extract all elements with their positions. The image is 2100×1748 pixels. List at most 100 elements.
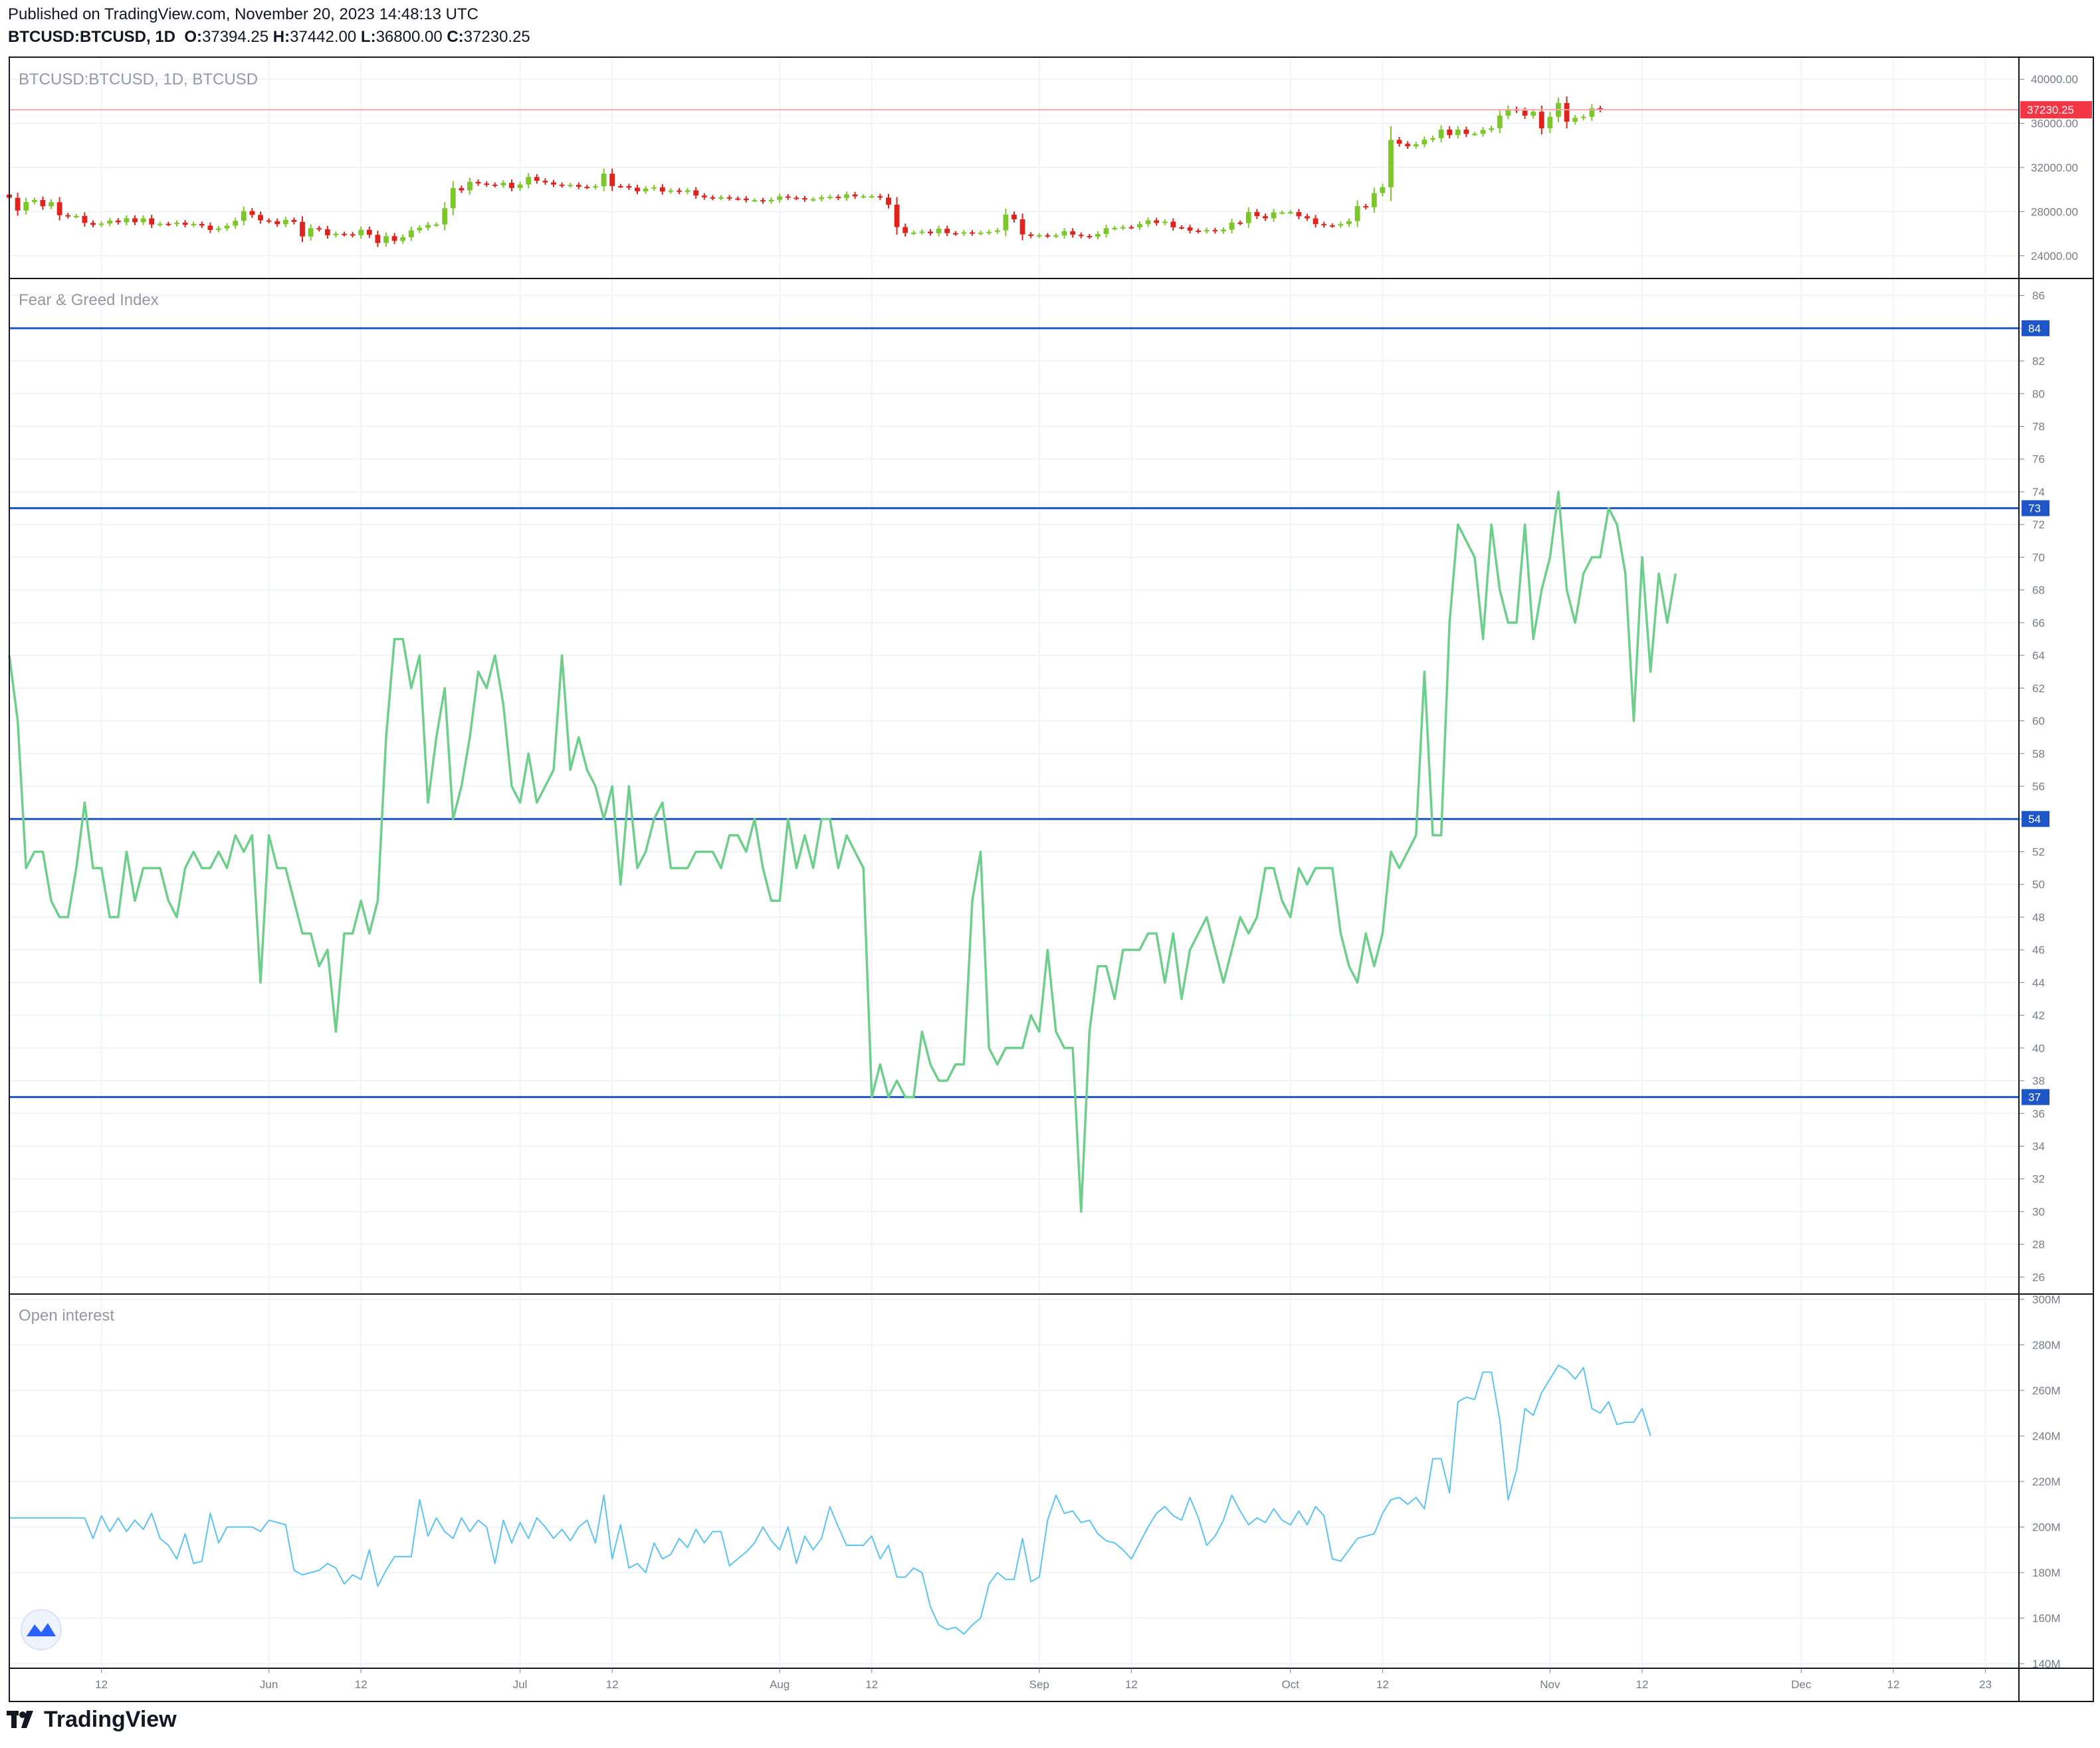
candle-body — [1497, 115, 1503, 128]
candle-body — [1070, 231, 1076, 235]
time-axis-label: 12 — [95, 1678, 108, 1691]
chart-canvas[interactable]: 24000.00 28000.00 32000.00 36000.00 40000.00… — [0, 0, 2100, 1748]
candle-body — [835, 196, 841, 198]
fg-axis-label: 60 — [2032, 715, 2045, 728]
candle-body — [1011, 214, 1017, 220]
level-badge-label: 73 — [2028, 502, 2041, 515]
candle-body — [568, 185, 574, 187]
candle-body — [970, 232, 975, 234]
candle-body — [1036, 235, 1042, 237]
candle-body — [73, 215, 79, 217]
fg-axis-label: 68 — [2032, 584, 2045, 597]
fg-axis-label: 32 — [2032, 1173, 2045, 1186]
candle-body — [1053, 235, 1059, 237]
candle-body — [626, 186, 632, 188]
candle-body — [902, 227, 908, 233]
oi-axis-label: 180M — [2032, 1567, 2061, 1579]
candle-body — [551, 182, 556, 185]
oi-axis-label: 160M — [2032, 1612, 2061, 1625]
candle-body — [1162, 221, 1168, 223]
candle-body — [165, 223, 171, 225]
fg-axis-label: 76 — [2032, 453, 2045, 466]
candle-body — [132, 218, 138, 223]
candle-body — [1371, 193, 1377, 207]
candle-body — [1380, 187, 1386, 193]
candle-body — [1154, 220, 1160, 223]
level-badge-label: 37 — [2028, 1091, 2041, 1104]
candle-body — [928, 231, 933, 233]
candle-body — [324, 229, 330, 235]
candle-body — [526, 177, 532, 185]
fg-axis-label: 42 — [2032, 1010, 2045, 1022]
candle-body — [350, 234, 356, 236]
candle-body — [861, 196, 867, 198]
brand-name: TradingView — [44, 1707, 177, 1732]
candle-body — [1112, 227, 1118, 229]
candle-body — [1530, 112, 1536, 116]
fg-axis-label: 44 — [2032, 976, 2045, 989]
candle-body — [1045, 235, 1051, 237]
candle-body — [308, 228, 314, 237]
open-label: O: — [184, 28, 203, 46]
time-axis-label: 12 — [1887, 1678, 1900, 1691]
candle-body — [65, 215, 71, 217]
candle-body — [1212, 230, 1218, 232]
candle-body — [718, 197, 724, 199]
candle-body — [475, 181, 481, 184]
candle-body — [1019, 219, 1025, 235]
candle-body — [684, 190, 690, 192]
oi-axis-label: 200M — [2032, 1521, 2061, 1534]
candle-body — [609, 173, 615, 186]
candle-body — [274, 221, 280, 225]
candle-body — [877, 196, 883, 198]
candle-body — [726, 197, 732, 199]
candle-body — [1279, 212, 1285, 214]
candle-body — [651, 187, 657, 189]
oi-axis-label: 300M — [2032, 1293, 2061, 1306]
candle-body — [827, 196, 833, 198]
candle-body — [157, 223, 163, 225]
high-value: 37442.00 — [290, 28, 357, 46]
candle-body — [952, 233, 958, 235]
tradingview-watermark-icon[interactable] — [21, 1609, 62, 1650]
tradingview-brand[interactable]: TradingView — [7, 1707, 177, 1735]
fg-axis-label: 50 — [2032, 879, 2045, 891]
candle-body — [677, 190, 682, 192]
level-badge-label: 54 — [2028, 813, 2041, 825]
fg-axis-label: 56 — [2032, 780, 2045, 793]
candle-body — [56, 202, 62, 215]
published-note: Published on TradingView.com, November 2… — [8, 5, 478, 23]
candle-body — [978, 233, 984, 235]
candle-body — [442, 208, 448, 225]
candle-body — [82, 215, 88, 223]
time-axis-label: 23 — [1979, 1678, 1992, 1691]
time-axis-label: Oct — [1282, 1678, 1300, 1691]
time-axis-label: Jul — [513, 1678, 528, 1691]
candle-body — [509, 183, 514, 188]
candle-body — [241, 211, 247, 221]
candle-body — [785, 196, 791, 198]
price-axis-label: 24000.00 — [2031, 250, 2078, 263]
candle-body — [735, 198, 741, 200]
candle-body — [1572, 118, 1578, 122]
candle-body — [383, 236, 389, 243]
candle-body — [291, 219, 297, 222]
candle-body — [1312, 218, 1318, 225]
candle-body — [617, 185, 623, 187]
price-pane-title: BTCUSD:BTCUSD, 1D, BTCUSD — [19, 70, 259, 88]
candle-body — [961, 232, 967, 234]
candle-body — [23, 201, 29, 211]
candle-body — [417, 227, 423, 231]
candle-body — [1438, 129, 1444, 138]
candle-body — [1538, 112, 1544, 129]
fg-axis-label: 40 — [2032, 1042, 2045, 1055]
candle-body — [124, 218, 130, 223]
candle-body — [1221, 229, 1226, 232]
candle-body — [1463, 130, 1469, 134]
candle-body — [559, 184, 565, 186]
fg-axis-label: 48 — [2032, 911, 2045, 924]
candle-body — [216, 228, 221, 230]
time-axis-label: 12 — [606, 1678, 619, 1691]
fg-axis-label: 26 — [2032, 1271, 2045, 1283]
time-axis-label: 12 — [1636, 1678, 1649, 1691]
